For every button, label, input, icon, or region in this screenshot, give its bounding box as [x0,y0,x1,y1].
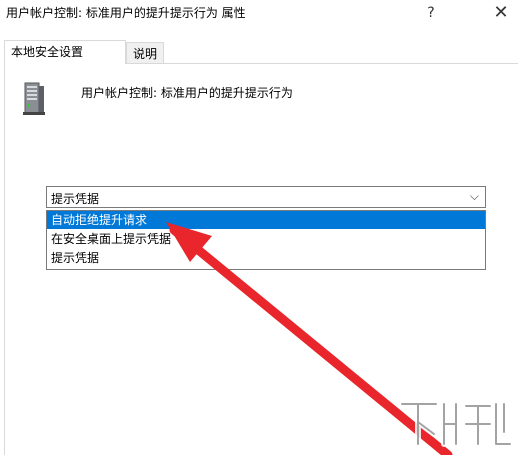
setting-combobox[interactable]: 提示凭据 ⌵ [46,186,486,208]
server-policy-icon [23,82,45,115]
question-mark-icon[interactable]: ? [418,0,444,26]
tab-strip: 本地安全设置 说明 [0,40,518,64]
xiazaiba-logo [399,401,513,447]
close-icon[interactable]: ✕ [488,0,514,26]
combobox-value: 提示凭据 [51,192,100,206]
tab-local-security-setting[interactable]: 本地安全设置 [4,40,126,64]
dropdown-option-prompt-credentials[interactable]: 提示凭据 [47,249,485,267]
dropdown-option-prompt-secure-desktop[interactable]: 在安全桌面上提示凭据 [47,230,485,248]
chevron-down-icon[interactable]: ⌵ [470,189,479,204]
tab-explain[interactable]: 说明 [126,42,164,64]
policy-name: 用户帐户控制: 标准用户的提升提示行为 [81,86,293,100]
dropdown-option-auto-deny[interactable]: 自动拒绝提升请求 [47,211,485,229]
window-title: 用户帐户控制: 标准用户的提升提示行为 属性 [6,6,246,20]
combobox-dropdown-list: 自动拒绝提升请求 在安全桌面上提示凭据 提示凭据 [46,210,486,270]
title-bar: 用户帐户控制: 标准用户的提升提示行为 属性 ? ✕ [0,0,518,28]
